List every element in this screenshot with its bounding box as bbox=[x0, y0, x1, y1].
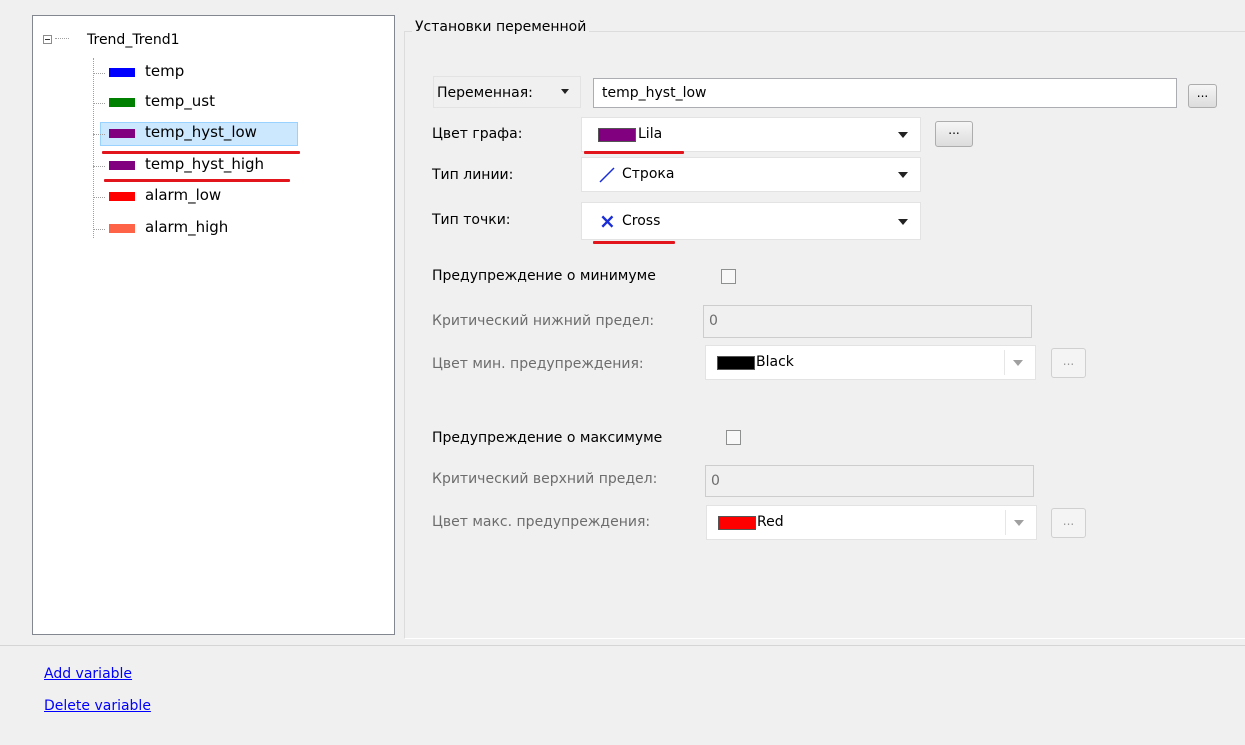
chevron-down-icon bbox=[1014, 520, 1024, 526]
max-warning-color-select[interactable]: Red bbox=[706, 505, 1037, 540]
chevron-down-icon bbox=[561, 89, 569, 94]
tree-root[interactable]: Trend_Trend1 bbox=[43, 32, 243, 52]
chevron-down-icon bbox=[898, 172, 908, 178]
variable-input-value: temp_hyst_low bbox=[602, 85, 707, 101]
tree-item-temp-ust[interactable]: temp_ust bbox=[93, 91, 293, 115]
delete-variable-link[interactable]: Delete variable bbox=[44, 698, 151, 714]
tree-connector bbox=[55, 38, 69, 39]
graph-color-select[interactable]: Lila bbox=[581, 117, 921, 152]
tree-item-label: temp_hyst_low bbox=[145, 123, 257, 141]
add-variable-link[interactable]: Add variable bbox=[44, 666, 132, 682]
tree-item-label: alarm_low bbox=[145, 186, 222, 204]
critical-low-label: Критический нижний предел: bbox=[432, 313, 655, 329]
critical-high-input[interactable]: 0 bbox=[705, 465, 1034, 497]
tree-connector bbox=[93, 197, 105, 198]
variable-input[interactable]: temp_hyst_low bbox=[593, 78, 1177, 108]
critical-high-value: 0 bbox=[711, 473, 720, 489]
tree-connector bbox=[93, 134, 105, 135]
critical-low-input[interactable]: 0 bbox=[703, 305, 1032, 338]
variable-mode-dropdown[interactable]: Переменная: bbox=[433, 76, 581, 108]
min-color-picker-button[interactable]: ... bbox=[1051, 348, 1086, 378]
max-color-picker-button[interactable]: ... bbox=[1051, 508, 1086, 538]
color-swatch-icon bbox=[718, 516, 756, 530]
annotation-underline bbox=[593, 241, 675, 244]
graph-color-value: Lila bbox=[638, 126, 663, 142]
dropdown-separator bbox=[1004, 350, 1005, 375]
min-warning-color-select[interactable]: Black bbox=[705, 345, 1036, 380]
min-warning-checkbox[interactable] bbox=[721, 269, 736, 284]
dropdown-separator bbox=[1005, 510, 1006, 535]
color-swatch-icon bbox=[109, 129, 135, 138]
annotation-underline bbox=[584, 151, 684, 154]
line-type-label: Тип линии: bbox=[432, 167, 514, 183]
graph-color-label: Цвет графа: bbox=[432, 126, 523, 142]
critical-low-value: 0 bbox=[709, 313, 718, 329]
point-type-select[interactable]: × Cross bbox=[581, 202, 921, 240]
tree-item-label: temp_hyst_high bbox=[145, 155, 265, 173]
annotation-underline bbox=[102, 151, 300, 154]
color-swatch-icon bbox=[109, 192, 135, 201]
browse-variable-button[interactable]: ... bbox=[1188, 84, 1217, 108]
point-type-label: Тип точки: bbox=[432, 212, 511, 228]
line-type-select[interactable]: Строка bbox=[581, 157, 921, 192]
color-swatch-icon bbox=[109, 161, 135, 170]
max-warning-color-label: Цвет макс. предупреждения: bbox=[432, 514, 651, 530]
cross-icon: × bbox=[599, 209, 616, 233]
line-type-value: Строка bbox=[622, 166, 675, 182]
variable-dropdown-label: Переменная: bbox=[437, 85, 533, 101]
tree-item-temp-hyst-low[interactable]: temp_hyst_low bbox=[93, 122, 303, 146]
tree-item-label: alarm_high bbox=[145, 218, 229, 236]
tree-item-temp[interactable]: temp bbox=[93, 61, 293, 85]
max-warning-checkbox[interactable] bbox=[726, 430, 741, 445]
critical-high-label: Критический верхний предел: bbox=[432, 471, 658, 487]
max-warning-color-value: Red bbox=[757, 514, 784, 530]
tree-connector bbox=[93, 166, 105, 167]
chevron-down-icon bbox=[1013, 360, 1023, 366]
tree-connector-line bbox=[93, 58, 94, 238]
tree-item-label: temp bbox=[145, 62, 185, 80]
chevron-down-icon bbox=[898, 132, 908, 138]
graph-color-picker-button[interactable]: ... bbox=[935, 121, 973, 147]
point-type-value: Cross bbox=[622, 213, 661, 229]
min-warning-label: Предупреждение о минимуме bbox=[432, 268, 656, 284]
group-title: Установки переменной bbox=[412, 19, 590, 35]
color-swatch-icon bbox=[717, 356, 755, 370]
tree-connector bbox=[93, 73, 105, 74]
tree-connector bbox=[93, 229, 105, 230]
max-warning-label: Предупреждение о максимуме bbox=[432, 430, 663, 446]
color-swatch-icon bbox=[598, 128, 636, 142]
tree-item-alarm-high[interactable]: alarm_high bbox=[93, 217, 293, 241]
variable-tree[interactable]: Trend_Trend1 temp temp_ust temp_hyst_low… bbox=[32, 15, 395, 635]
min-warning-color-value: Black bbox=[756, 354, 794, 370]
tree-item-alarm-low[interactable]: alarm_low bbox=[93, 185, 293, 209]
collapse-icon[interactable] bbox=[43, 35, 52, 44]
color-swatch-icon bbox=[109, 68, 135, 77]
chevron-down-icon bbox=[898, 219, 908, 225]
tree-root-label: Trend_Trend1 bbox=[87, 32, 180, 48]
tree-item-temp-hyst-high[interactable]: temp_hyst_high bbox=[93, 154, 313, 178]
line-style-icon bbox=[599, 167, 615, 183]
tree-connector bbox=[93, 103, 105, 104]
divider bbox=[0, 645, 1245, 646]
color-swatch-icon bbox=[109, 98, 135, 107]
tree-item-label: temp_ust bbox=[145, 92, 215, 110]
min-warning-color-label: Цвет мин. предупреждения: bbox=[432, 356, 644, 372]
annotation-underline bbox=[104, 179, 290, 182]
color-swatch-icon bbox=[109, 224, 135, 233]
